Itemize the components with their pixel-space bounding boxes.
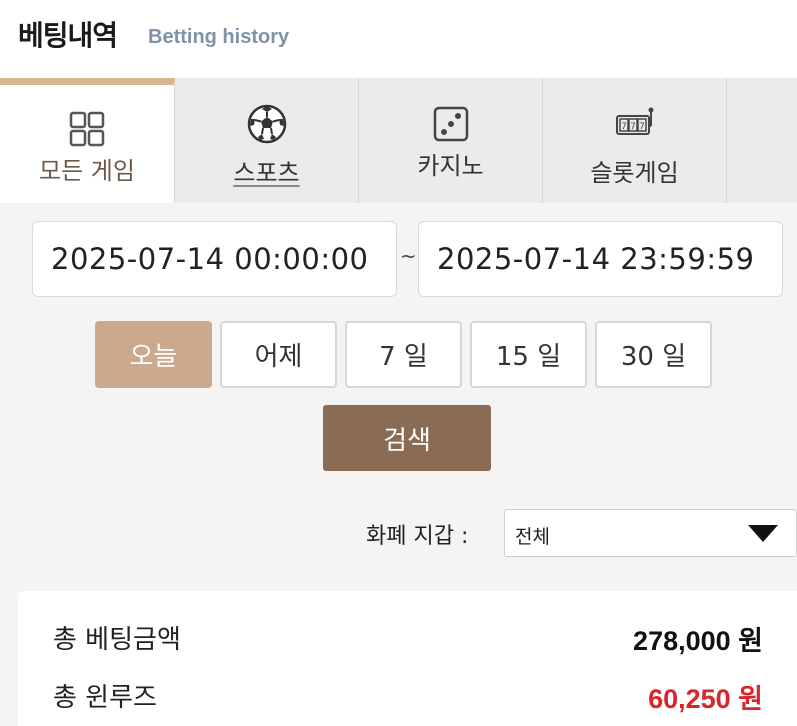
svg-text:7: 7	[639, 122, 645, 132]
period-15-days-button[interactable]: 15 일	[470, 321, 587, 388]
total-winloss-value: 60,250 원	[648, 684, 763, 714]
page-title: 베팅내역	[18, 19, 118, 52]
chevron-down-icon	[748, 525, 778, 542]
tab-sports[interactable]: 스포츠	[175, 78, 359, 203]
end-date-input[interactable]: 2025-07-14 23:59:59	[418, 221, 783, 297]
period-7-days-button[interactable]: 7 일	[345, 321, 462, 388]
search-button[interactable]: 검색	[323, 405, 491, 471]
tab-label: 슬롯게임	[590, 159, 679, 187]
betting-summary: 총 베팅금액 278,000 원 총 윈루즈 60,250 원	[18, 591, 797, 726]
tab-more[interactable]	[727, 78, 797, 203]
dice-icon	[433, 106, 468, 142]
page-subtitle: Betting history	[148, 26, 290, 48]
start-date-input[interactable]: 2025-07-14 00:00:00	[32, 221, 397, 297]
total-bet-value: 278,000 원	[633, 626, 763, 656]
tab-slots[interactable]: 7 7 7 슬롯게임	[543, 78, 727, 203]
period-30-days-button[interactable]: 30 일	[595, 321, 712, 388]
wallet-label: 화폐 지갑 :	[366, 524, 469, 549]
svg-text:7: 7	[630, 122, 636, 132]
slot-machine-icon: 7 7 7	[615, 107, 653, 135]
game-tabs: 모든 게임 스포츠 카지노 7 7 7 슬롯게임	[0, 78, 797, 203]
wallet-select[interactable]: 전체	[504, 509, 797, 557]
tab-label: 카지노	[417, 152, 484, 180]
soccer-ball-icon	[247, 104, 286, 144]
period-today-button[interactable]: 오늘	[95, 321, 212, 388]
tab-casino[interactable]: 카지노	[359, 78, 543, 203]
date-separator: ~	[400, 244, 417, 268]
period-yesterday-button[interactable]: 어제	[220, 321, 337, 388]
page-header: 베팅내역 Betting history	[0, 0, 797, 78]
total-bet-row: 총 베팅금액 278,000 원	[18, 619, 797, 659]
tab-all-games[interactable]: 모든 게임	[0, 78, 175, 203]
tab-label: 스포츠	[233, 159, 300, 187]
svg-text:7: 7	[621, 122, 627, 132]
grid-icon	[69, 111, 105, 147]
tab-label: 모든 게임	[39, 157, 135, 185]
total-winloss-row: 총 윈루즈 60,250 원	[18, 677, 797, 717]
total-bet-label: 총 베팅금액	[53, 625, 181, 655]
total-winloss-label: 총 윈루즈	[53, 683, 157, 713]
wallet-selected-value: 전체	[515, 526, 550, 548]
